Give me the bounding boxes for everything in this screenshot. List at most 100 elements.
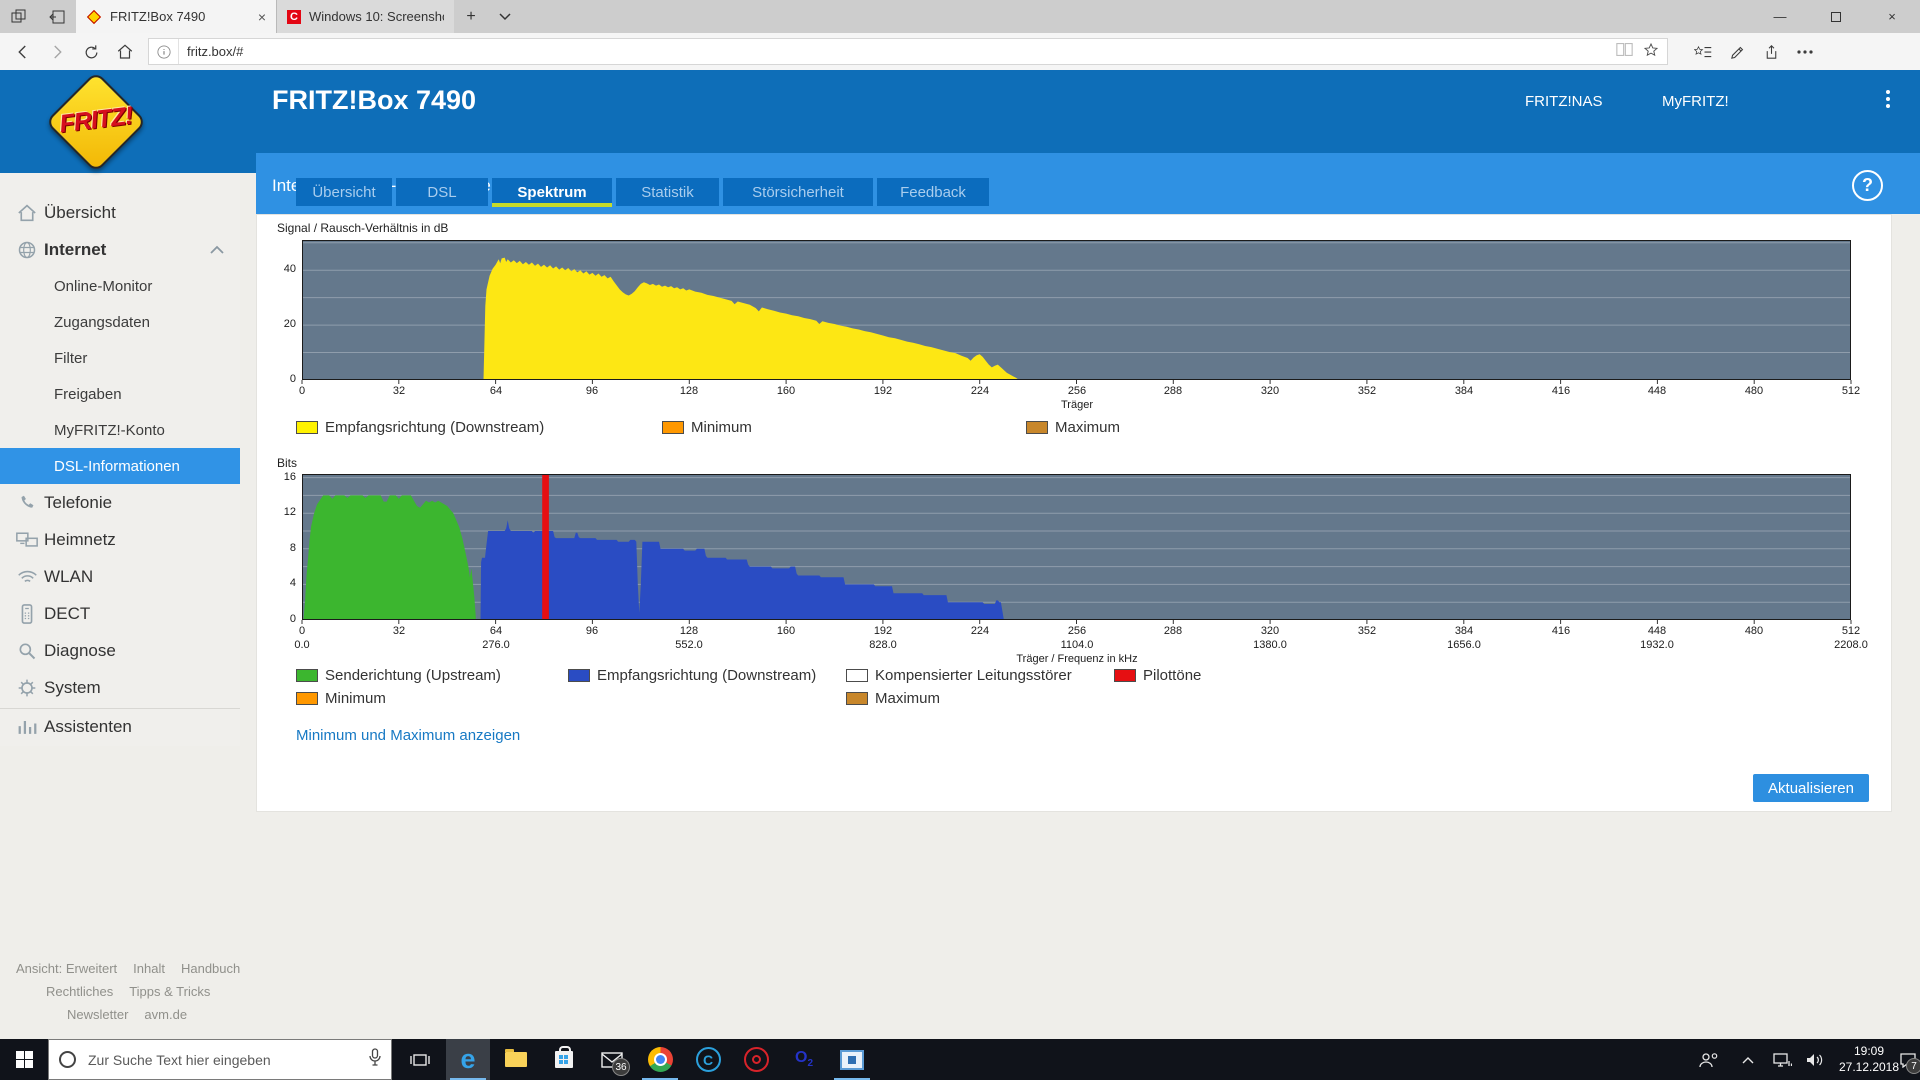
show-minmax-link[interactable]: Minimum und Maximum anzeigen [296, 727, 520, 744]
sidebar-item-wlan[interactable]: WLAN [0, 558, 240, 595]
header-link-myfritz[interactable]: MyFRITZ! [1662, 93, 1729, 110]
y-tick-label: 0 [262, 613, 296, 625]
tab-bersicht[interactable]: Übersicht [296, 178, 392, 206]
globe-icon [12, 239, 42, 261]
network-tray-icon[interactable] [1766, 1039, 1798, 1080]
sidebar-item-heimnetz[interactable]: Heimnetz [0, 521, 240, 558]
assistant-icon [12, 716, 42, 738]
red-gear-app-icon[interactable] [734, 1039, 778, 1080]
people-icon[interactable] [1692, 1039, 1726, 1080]
sidebar-item-assistenten[interactable]: Assistenten [0, 708, 240, 745]
clock-date: 27.12.2018 [1834, 1059, 1904, 1075]
sidebar-item-system[interactable]: System [0, 669, 240, 706]
site-info-icon[interactable] [149, 39, 179, 64]
legend-swatch [662, 421, 684, 434]
legend-label: Senderichtung (Upstream) [325, 667, 501, 684]
legend-label: Minimum [691, 419, 752, 436]
footer-link-ansicht-erweitert[interactable]: Ansicht: Erweitert [16, 961, 117, 976]
help-icon[interactable]: ? [1852, 170, 1883, 201]
taskbar-clock[interactable]: 19:09 27.12.2018 [1834, 1043, 1904, 1075]
sidebar-item-filter[interactable]: Filter [0, 340, 240, 376]
task-view-icon[interactable] [398, 1039, 442, 1080]
y-tick-label: 0 [262, 373, 296, 385]
tab-preview-icon[interactable] [0, 0, 38, 33]
sidebar-item-dect[interactable]: DECT [0, 595, 240, 632]
refresh-button[interactable]: Aktualisieren [1753, 774, 1869, 802]
minimize-button[interactable]: — [1752, 0, 1808, 33]
o2-app-icon[interactable]: O2 [782, 1039, 826, 1080]
set-tabs-aside-icon[interactable] [38, 0, 76, 33]
tab-list-chevron-icon[interactable] [488, 0, 522, 33]
clock-time: 19:09 [1834, 1043, 1904, 1059]
footer-link-avm-de[interactable]: avm.de [144, 1007, 187, 1022]
back-icon[interactable] [8, 37, 38, 67]
tab-label: Störsicherheit [752, 184, 844, 201]
address-bar[interactable]: fritz.box/# [148, 38, 1668, 65]
microsoft-store-icon[interactable] [542, 1039, 586, 1080]
footer-link-handbuch[interactable]: Handbuch [181, 961, 240, 976]
taskbar-search[interactable]: Zur Suche Text hier eingeben [48, 1039, 392, 1080]
photos-app-icon[interactable] [830, 1039, 874, 1080]
sidebar-item-dsl-informationen[interactable]: DSL-Informationen [0, 448, 240, 484]
x-tick-label: 64 [472, 625, 520, 637]
header-menu-icon[interactable] [1878, 90, 1898, 114]
legend-swatch [846, 692, 868, 705]
refresh-icon[interactable] [76, 37, 106, 67]
sidebar-item-bersicht[interactable]: Übersicht [0, 194, 240, 231]
share-icon[interactable] [1756, 37, 1786, 67]
browser-tab[interactable]: FRITZ!Box 7490× [76, 0, 276, 33]
footer-link-rechtliches[interactable]: Rechtliches [46, 984, 113, 999]
home-icon [12, 202, 42, 224]
chart1-title: Signal / Rausch-Verhältnis in dB [277, 221, 448, 235]
sidebar-item-freigaben[interactable]: Freigaben [0, 376, 240, 412]
sidebar-item-online-monitor[interactable]: Online-Monitor [0, 268, 240, 304]
close-button[interactable]: × [1864, 0, 1920, 33]
footer-link-inhalt[interactable]: Inhalt [133, 961, 165, 976]
forward-icon[interactable] [42, 37, 72, 67]
chrome-taskbar-icon[interactable] [638, 1039, 682, 1080]
x-tick-label: 96 [568, 625, 616, 637]
footer-link-tipps-tricks[interactable]: Tipps & Tricks [129, 984, 210, 999]
tab-spektrum[interactable]: Spektrum [492, 178, 612, 206]
start-button[interactable] [0, 1039, 48, 1080]
tab-feedback[interactable]: Feedback [877, 178, 989, 206]
more-options-icon[interactable] [1790, 37, 1820, 67]
sidebar-item-telefonie[interactable]: Telefonie [0, 484, 240, 521]
ccleaner-icon[interactable]: C [686, 1039, 730, 1080]
restore-button[interactable] [1808, 0, 1864, 33]
mail-icon[interactable] [590, 1039, 634, 1080]
favorites-hub-icon[interactable] [1688, 37, 1718, 67]
sidebar-item-zugangsdaten[interactable]: Zugangsdaten [0, 304, 240, 340]
legend-item-empfangsrichtung-downstream: Empfangsrichtung (Downstream) [568, 667, 816, 684]
home-icon[interactable] [110, 37, 140, 67]
tab-statistik[interactable]: Statistik [616, 178, 719, 206]
header-link-fritznas[interactable]: FRITZ!NAS [1525, 93, 1603, 110]
volume-tray-icon[interactable] [1798, 1039, 1832, 1080]
tab-label: Spektrum [517, 184, 586, 201]
tab-st-rsicherheit[interactable]: Störsicherheit [723, 178, 873, 206]
sidebar-item-internet[interactable]: Internet [0, 231, 240, 268]
y-tick-label: 40 [262, 263, 296, 275]
y-tick-label: 20 [262, 318, 296, 330]
edge-taskbar-icon[interactable]: e [446, 1039, 490, 1080]
tray-chevron-icon[interactable] [1734, 1039, 1762, 1080]
freq-tick-label: 552.0 [665, 639, 713, 651]
favorite-star-icon[interactable] [1643, 42, 1659, 61]
browser-tab[interactable]: CWindows 10: Screenshot ers [276, 0, 454, 33]
x-tick-label: 32 [375, 385, 423, 397]
url-text[interactable]: fritz.box/# [179, 44, 1616, 59]
new-tab-button[interactable]: + [454, 0, 488, 33]
annotate-pen-icon[interactable] [1722, 37, 1752, 67]
sidebar-item-label: WLAN [44, 567, 93, 587]
tab-dsl[interactable]: DSL [396, 178, 488, 206]
file-explorer-icon[interactable] [494, 1039, 538, 1080]
microphone-icon[interactable] [369, 1048, 391, 1071]
tab-close-icon[interactable]: × [252, 9, 266, 25]
freq-tick-label: 1932.0 [1633, 639, 1681, 651]
reading-view-icon[interactable] [1616, 42, 1633, 61]
y-tick-label: 4 [262, 577, 296, 589]
footer-link-newsletter[interactable]: Newsletter [67, 1007, 128, 1022]
sidebar-item-diagnose[interactable]: Diagnose [0, 632, 240, 669]
x-tick-label: 256 [1053, 385, 1101, 397]
sidebar-item-myfritz-konto[interactable]: MyFRITZ!-Konto [0, 412, 240, 448]
